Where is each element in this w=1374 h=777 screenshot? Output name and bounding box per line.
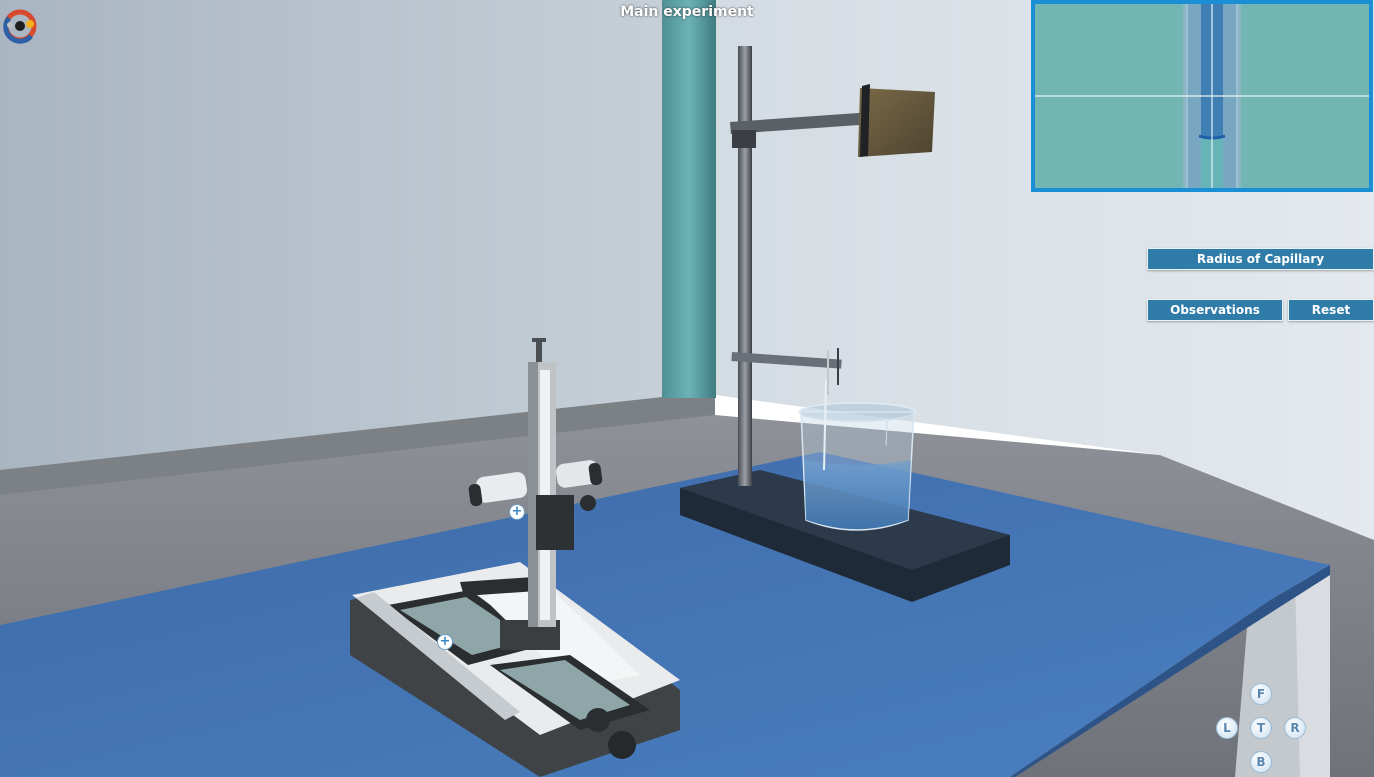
camera-front-button[interactable]: F (1250, 683, 1272, 705)
zoom-plus-icon[interactable]: + (509, 504, 525, 520)
reset-button[interactable]: Reset (1288, 299, 1374, 321)
camera-top-button[interactable]: T (1250, 717, 1272, 739)
zoom-plus-icon[interactable]: + (437, 634, 453, 650)
radius-of-capillary-button[interactable]: Radius of Capillary (1147, 248, 1374, 270)
capillary-view (1035, 4, 1369, 188)
microscope-viewer (1031, 0, 1373, 192)
camera-left-button[interactable]: L (1216, 717, 1238, 739)
experiment-stage: Main experiment Radius of Capillary Obse… (0, 0, 1374, 777)
observations-button[interactable]: Observations (1147, 299, 1283, 321)
camera-back-button[interactable]: B (1250, 751, 1272, 773)
camera-right-button[interactable]: R (1284, 717, 1306, 739)
